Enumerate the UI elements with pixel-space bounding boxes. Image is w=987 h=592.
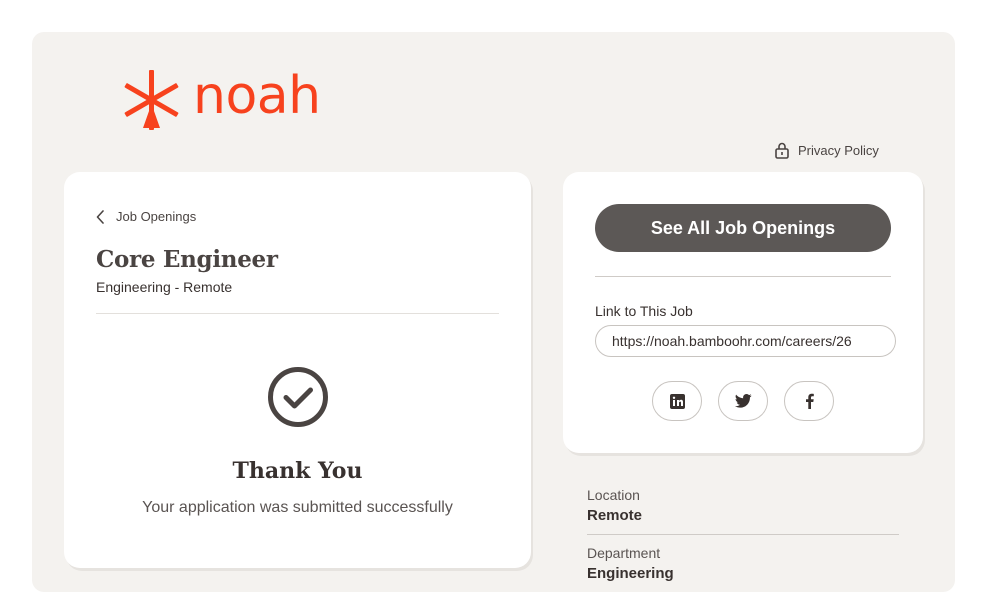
- brand-wordmark: noah: [193, 66, 321, 126]
- divider: [587, 534, 899, 535]
- location-label: Location: [587, 487, 640, 503]
- application-card: Job Openings Core Engineer Engineering -…: [64, 172, 531, 568]
- lock-icon: [775, 142, 789, 159]
- twitter-icon: [734, 394, 752, 408]
- share-card: See All Job Openings Link to This Job ht…: [563, 172, 923, 453]
- confirmation-message: Your application was submitted successfu…: [142, 499, 453, 516]
- share-twitter-button[interactable]: [718, 381, 768, 421]
- job-title: Core Engineer: [96, 246, 278, 273]
- chevron-left-icon: [96, 209, 104, 224]
- location-value: Remote: [587, 507, 643, 524]
- facebook-icon: [805, 393, 814, 409]
- brand-logo[interactable]: noah: [123, 70, 321, 130]
- back-to-job-openings[interactable]: Job Openings: [96, 209, 196, 224]
- privacy-policy-link[interactable]: Privacy Policy: [774, 142, 879, 159]
- job-subtitle: Engineering - Remote: [96, 279, 233, 295]
- back-label: Job Openings: [116, 209, 197, 224]
- divider: [595, 276, 891, 277]
- see-all-job-openings-button[interactable]: See All Job Openings: [595, 204, 891, 252]
- check-circle-icon: [268, 367, 328, 427]
- social-share-buttons: [652, 381, 834, 421]
- divider: [96, 313, 499, 314]
- privacy-policy-label: Privacy Policy: [798, 143, 879, 158]
- department-label: Department: [587, 545, 661, 561]
- share-facebook-button[interactable]: [784, 381, 834, 421]
- linkedin-icon: [669, 393, 685, 409]
- job-details: Location Remote Department Engineering: [587, 487, 899, 582]
- confirmation-title: Thank You: [232, 458, 363, 484]
- department-value: Engineering: [587, 565, 674, 582]
- job-link-field[interactable]: https://noah.bamboohr.com/careers/26: [595, 325, 896, 357]
- asterisk-logo-icon: [124, 70, 179, 130]
- job-link-label: Link to This Job: [595, 303, 693, 319]
- share-linkedin-button[interactable]: [652, 381, 702, 421]
